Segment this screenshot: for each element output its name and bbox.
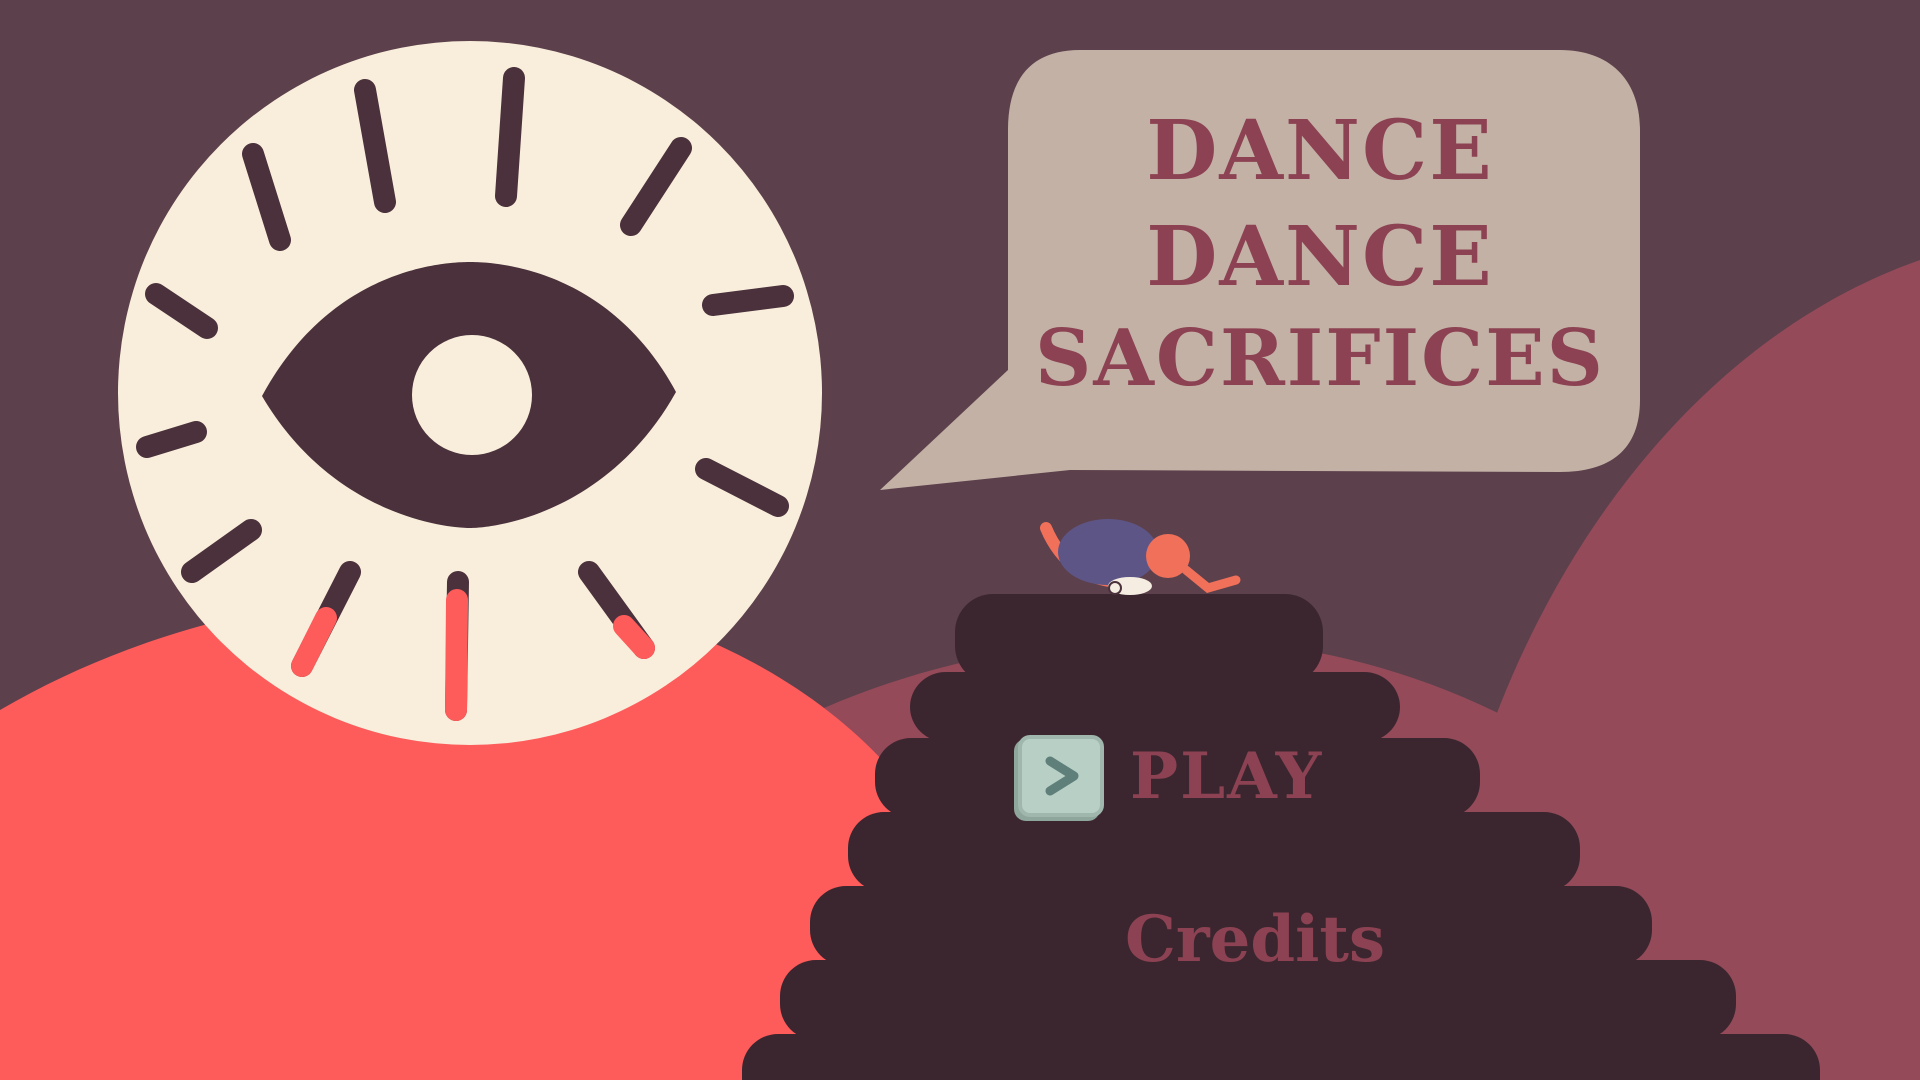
sun-eye-emblem	[118, 41, 822, 745]
credits-button[interactable]: Credits	[1100, 902, 1410, 977]
play-button[interactable]: PLAY	[1018, 728, 1358, 824]
play-label[interactable]: PLAY	[1130, 739, 1323, 814]
title-screen: DANCE DANCE SACRIFICES PLAY Credits	[0, 0, 1920, 1080]
game-title-line-1: DANCE	[1146, 103, 1494, 199]
game-title-line-2: DANCE	[1146, 209, 1494, 305]
game-title-line-3: SACRIFICES	[1035, 313, 1605, 404]
play-arrow-key-icon[interactable]	[1018, 735, 1104, 817]
